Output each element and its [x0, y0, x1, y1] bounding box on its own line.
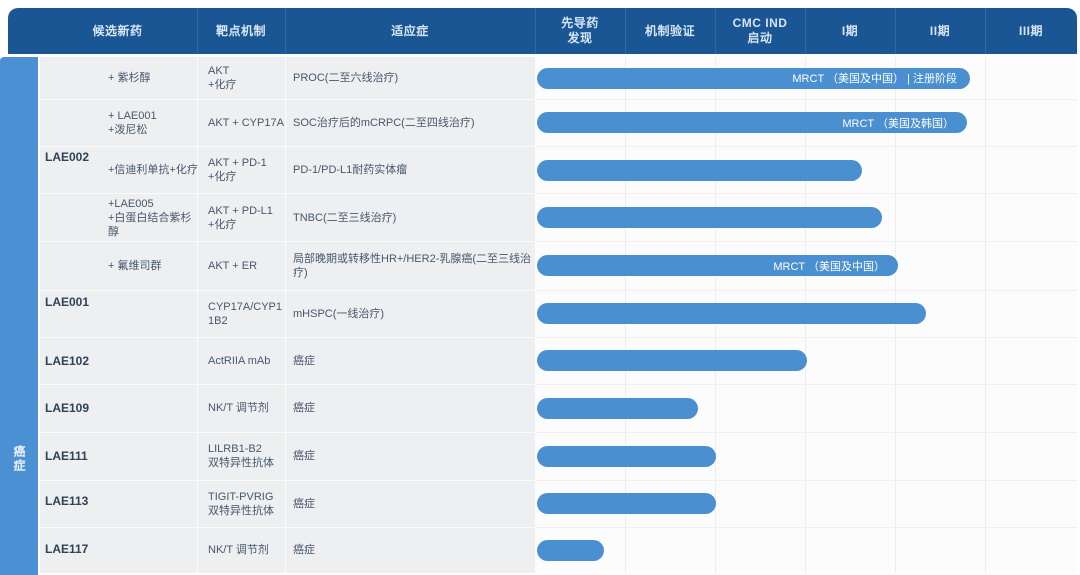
program-label-lae109: LAE109 [45, 400, 107, 416]
header-cell-lead-discovery: 先导药 发现 [535, 8, 625, 54]
header-cell-candidate: 候选新药 [38, 8, 197, 54]
combo-cell: + 氟维司群 [108, 241, 200, 290]
header-divider [197, 8, 198, 54]
indication-cell: TNBC(二至三线治疗) [293, 193, 533, 242]
header-cell-phase2: II期 [895, 8, 985, 54]
bar-label: MRCT （美国及中国） [773, 258, 885, 274]
header-divider [985, 8, 986, 54]
bar-band [537, 432, 1077, 480]
target-cell: AKT +化疗 [208, 57, 284, 99]
progress-bar [537, 493, 716, 514]
indication-cell: 癌症 [293, 337, 533, 384]
indication-cell: PROC(二至六线治疗) [293, 57, 533, 99]
table-header: 候选新药 靶点机制 适应症 先导药 发现 机制验证 CMC IND 启动 I期 … [8, 8, 1077, 54]
bar-band [537, 337, 1077, 384]
program-label-lae117: LAE117 [45, 541, 107, 557]
target-cell: NK/T 调节剂 [208, 527, 284, 573]
target-cell: CYP17A/CYP11B2 [208, 290, 284, 337]
program-label-lae002: LAE002 [45, 149, 107, 165]
indication-cell: mHSPC(一线治疗) [293, 290, 533, 337]
progress-bar: MRCT （美国及中国） | 注册阶段 [537, 68, 970, 89]
column-divider [285, 57, 286, 573]
bar-band: MRCT （美国及中国） | 注册阶段 [537, 57, 1077, 99]
header-divider [285, 8, 286, 54]
progress-bar [537, 398, 698, 419]
bar-band [537, 193, 1077, 242]
indication-cell: 癌症 [293, 432, 533, 480]
progress-bar [537, 446, 716, 467]
indication-cell: SOC治疗后的mCRPC(二至四线治疗) [293, 99, 533, 146]
indication-cell: 癌症 [293, 384, 533, 432]
combo-cell: + 紫杉醇 [108, 57, 200, 99]
combo-cell: +信迪利单抗+化疗 [108, 146, 200, 194]
category-label: 癌症 [13, 445, 26, 473]
header-divider [805, 8, 806, 54]
header-cell-indication: 适应症 [285, 8, 535, 54]
progress-bar [537, 207, 882, 228]
progress-bar [537, 350, 807, 371]
bar-band: MRCT （美国及中国） [537, 241, 1077, 290]
program-label-lae001: LAE001 [45, 294, 107, 310]
bar-band: MRCT （美国及韩国） [537, 99, 1077, 146]
indication-cell: 癌症 [293, 527, 533, 573]
progress-bar [537, 303, 926, 324]
category-sidebar: 癌症 [0, 57, 38, 575]
program-label-lae111: LAE111 [45, 448, 107, 464]
progress-bar [537, 160, 862, 181]
combo-cell: + LAE001 +泼尼松 [108, 99, 200, 146]
target-cell: AKT + PD-L1 +化疗 [208, 193, 284, 242]
target-cell: NK/T 调节剂 [208, 384, 284, 432]
target-cell: ActRIIA mAb [208, 337, 284, 384]
target-cell: AKT + ER [208, 241, 284, 290]
header-cell-validation: 机制验证 [625, 8, 715, 54]
target-cell: TIGIT-PVRIG 双特异性抗体 [208, 480, 284, 527]
indication-cell: PD-1/PD-L1耐药实体瘤 [293, 146, 533, 194]
header-divider [625, 8, 626, 54]
progress-bar [537, 540, 604, 561]
bar-label: MRCT （美国及中国） | 注册阶段 [792, 70, 957, 86]
header-cell-phase1: I期 [805, 8, 895, 54]
header-divider [895, 8, 896, 54]
program-label-lae113: LAE113 [45, 493, 107, 509]
bar-band [537, 146, 1077, 194]
target-cell: AKT + CYP17A [208, 99, 284, 146]
bar-band [537, 290, 1077, 337]
header-divider [535, 8, 536, 54]
target-cell: AKT + PD-1 +化疗 [208, 146, 284, 194]
header-cell-cmc-ind: CMC IND 启动 [715, 8, 805, 54]
clinical-pipeline-chart: 候选新药 靶点机制 适应症 先导药 发现 机制验证 CMC IND 启动 I期 … [0, 0, 1080, 575]
header-divider [715, 8, 716, 54]
bar-band [537, 480, 1077, 527]
progress-bar: MRCT （美国及韩国） [537, 112, 967, 133]
target-cell: LILRB1-B2 双特异性抗体 [208, 432, 284, 480]
combo-cell: +LAE005 +白蛋白结合紫杉醇 [108, 193, 200, 242]
header-cell-phase3: III期 [985, 8, 1077, 54]
indication-cell: 癌症 [293, 480, 533, 527]
bar-band [537, 384, 1077, 432]
bar-band [537, 527, 1077, 573]
progress-bar: MRCT （美国及中国） [537, 255, 898, 276]
header-cell-target: 靶点机制 [197, 8, 285, 54]
program-label-lae102: LAE102 [45, 353, 107, 369]
indication-cell: 局部晚期或转移性HR+/HER2-乳腺癌(二至三线治疗) [293, 241, 533, 290]
bar-label: MRCT （美国及韩国） [842, 115, 954, 131]
